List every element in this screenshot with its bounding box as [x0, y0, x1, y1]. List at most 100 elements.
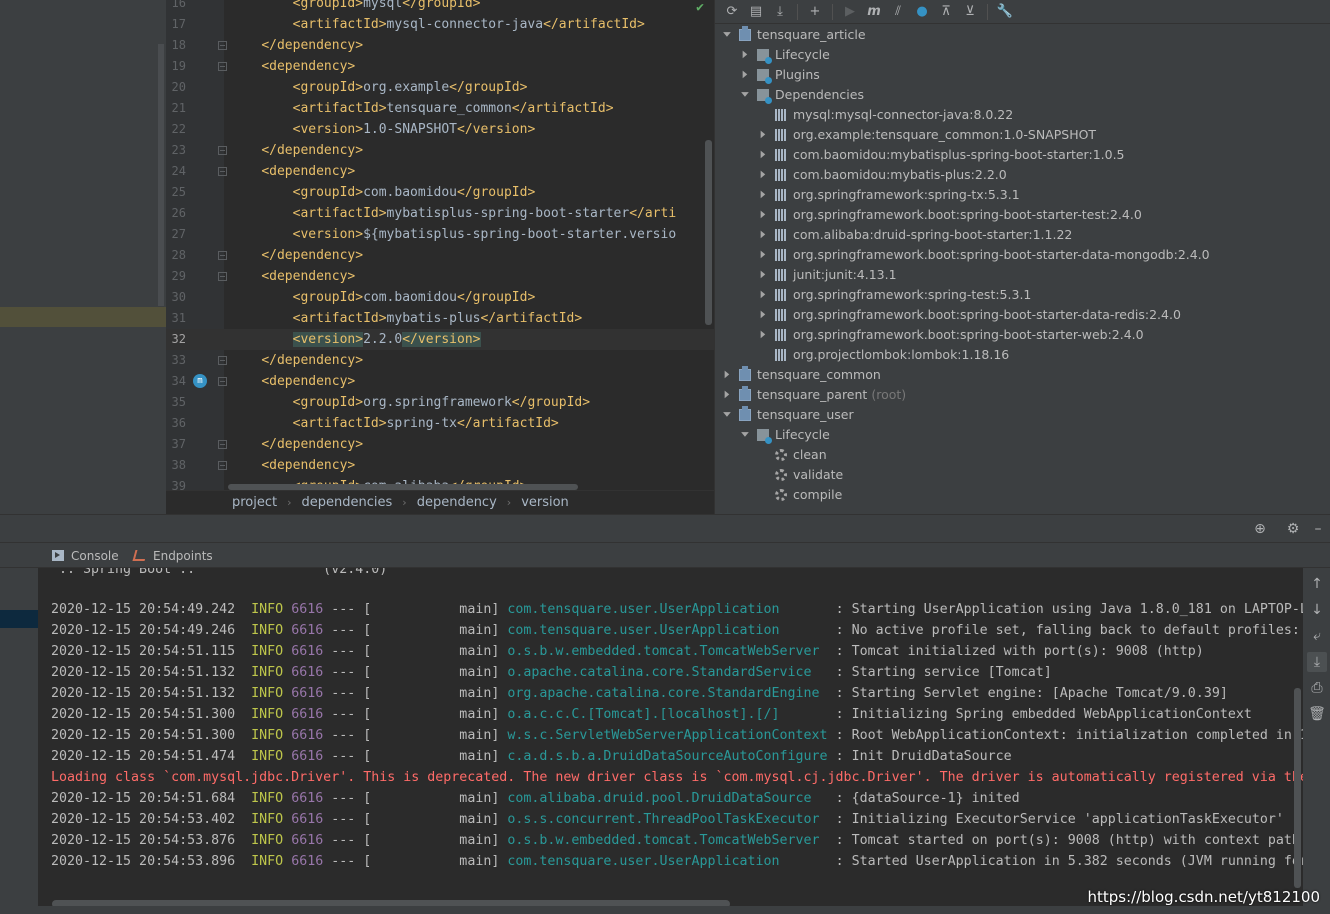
- maven-tree-item[interactable]: ▶ junit:junit:4.13.1: [757, 265, 897, 285]
- breadcrumb-item[interactable]: dependency: [417, 495, 497, 510]
- fold-marker-icon[interactable]: [218, 41, 227, 50]
- fold-marker-icon[interactable]: [218, 251, 227, 260]
- chevron-right-icon[interactable]: ▶: [759, 185, 766, 205]
- maven-tree-item[interactable]: ▶ tensquare_common: [721, 365, 881, 385]
- maven-tree-item[interactable]: ▶ org.springframework.boot:spring-boot-st…: [757, 305, 1181, 325]
- maven-tree-item[interactable]: ▶ org.springframework.boot:spring-boot-st…: [757, 245, 1210, 265]
- maven-overrides-icon[interactable]: m: [193, 374, 207, 388]
- maven-tree-item[interactable]: ▶ Plugins: [739, 65, 820, 85]
- chevron-right-icon[interactable]: ▶: [759, 265, 766, 285]
- log-logger-link[interactable]: org.apache.catalina.core.StandardEngine: [507, 686, 827, 701]
- run-side-selection[interactable]: [0, 610, 38, 628]
- maven-tree-item[interactable]: ▼ tensquare_article: [721, 25, 866, 45]
- tab-console[interactable]: Console: [52, 543, 119, 568]
- collapse-icon[interactable]: ⊼: [935, 2, 957, 22]
- maven-tree-item[interactable]: ▶validate: [757, 465, 843, 485]
- maven-tree-item[interactable]: ▶compile: [757, 485, 842, 505]
- fold-marker-icon[interactable]: [218, 461, 227, 470]
- console-output[interactable]: :: Spring Boot :: (v2.4.0) 2020-12-15 20…: [38, 568, 1303, 914]
- target-icon[interactable]: ⊕: [1250, 519, 1270, 539]
- soft-wrap-icon[interactable]: ⤶: [1307, 626, 1327, 646]
- maven-goal-icon[interactable]: m: [863, 2, 885, 22]
- log-logger-link[interactable]: com.tensquare.user.UserApplication: [507, 623, 827, 638]
- log-logger-link[interactable]: o.apache.catalina.core.StandardService: [507, 665, 827, 680]
- minimize-icon[interactable]: –: [1308, 519, 1328, 539]
- chevron-right-icon[interactable]: ▶: [723, 365, 730, 385]
- maven-tree-item[interactable]: ▶ com.baomidou:mybatisplus-spring-boot-st…: [757, 145, 1125, 165]
- log-logger-link[interactable]: w.s.c.ServletWebServerApplicationContext: [507, 728, 827, 743]
- chevron-right-icon[interactable]: ▶: [759, 125, 766, 145]
- xml-tag: <version>: [292, 122, 364, 137]
- chevron-right-icon[interactable]: ▶: [759, 145, 766, 165]
- fold-marker-icon[interactable]: [218, 272, 227, 281]
- log-logger-link[interactable]: com.tensquare.user.UserApplication: [507, 854, 827, 869]
- download-icon[interactable]: ⤓: [769, 2, 791, 22]
- log-logger-link[interactable]: o.s.s.concurrent.ThreadPoolTaskExecutor: [507, 812, 827, 827]
- maven-tree-item[interactable]: ▶ org.example:tensquare_common:1.0-SNAPSH…: [757, 125, 1096, 145]
- project-panel-scrollbar[interactable]: [158, 44, 164, 306]
- log-logger-link[interactable]: c.a.d.s.b.a.DruidDataSourceAutoConfigure: [507, 749, 827, 764]
- log-logger-link[interactable]: com.alibaba.druid.pool.DruidDataSource: [507, 791, 827, 806]
- fold-marker-icon[interactable]: [218, 167, 227, 176]
- gear-icon[interactable]: ⚙: [1283, 519, 1303, 539]
- chevron-down-icon[interactable]: ▼: [739, 429, 751, 441]
- chevron-down-icon[interactable]: ▼: [721, 29, 733, 41]
- maven-tree-item[interactable]: ▶ Lifecycle: [739, 45, 830, 65]
- chevron-right-icon[interactable]: ▶: [741, 45, 748, 65]
- scroll-up-icon[interactable]: ↑: [1307, 574, 1327, 594]
- expand-icon[interactable]: ⊻: [959, 2, 981, 22]
- tab-endpoints[interactable]: Endpoints: [132, 543, 213, 568]
- scroll-to-end-icon[interactable]: ⤓: [1307, 652, 1327, 672]
- maven-tree-item[interactable]: ▼ Dependencies: [739, 85, 864, 105]
- log-logger-link[interactable]: o.s.b.w.embedded.tomcat.TomcatWebServer: [507, 833, 827, 848]
- chevron-right-icon[interactable]: ▶: [759, 165, 766, 185]
- add-icon[interactable]: +: [804, 2, 826, 22]
- fold-marker-icon[interactable]: [218, 440, 227, 449]
- maven-tree-item[interactable]: ▶org.projectlombok:lombok:1.18.16: [757, 345, 1009, 365]
- maven-tree-item[interactable]: ▶clean: [757, 445, 827, 465]
- reload-icon[interactable]: ⟳: [721, 2, 743, 22]
- chevron-right-icon[interactable]: ▶: [759, 325, 766, 345]
- log-logger-link[interactable]: o.s.b.w.embedded.tomcat.TomcatWebServer: [507, 644, 827, 659]
- no-problems-check-icon[interactable]: ✔: [696, 0, 704, 15]
- settings-wrench-icon[interactable]: 🔧: [994, 2, 1016, 22]
- fold-marker-icon[interactable]: [218, 146, 227, 155]
- log-logger-link[interactable]: o.a.c.c.C.[Tomcat].[localhost].[/]: [507, 707, 827, 722]
- maven-tree-item[interactable]: ▶ com.alibaba:druid-spring-boot-starter:1…: [757, 225, 1073, 245]
- pom-editor[interactable]: 16 <groupId>mysql</groupId> 17 <artifactI…: [166, 0, 714, 490]
- show-deps-icon[interactable]: ●: [911, 2, 933, 22]
- clear-trash-icon[interactable]: 🗑: [1307, 704, 1327, 724]
- chevron-right-icon[interactable]: ▶: [723, 385, 730, 405]
- maven-tree-item[interactable]: ▶mysql:mysql-connector-java:8.0.22: [757, 105, 1013, 125]
- maven-tree-item[interactable]: ▶ tensquare_parent (root): [721, 385, 906, 405]
- fold-marker-icon[interactable]: [218, 62, 227, 71]
- skip-tests-icon[interactable]: ⫽: [887, 2, 909, 22]
- maven-tree-item[interactable]: ▶ com.baomidou:mybatis-plus:2.2.0: [757, 165, 1007, 185]
- fold-marker-icon[interactable]: [218, 377, 227, 386]
- log-logger-link[interactable]: com.tensquare.user.UserApplication: [507, 602, 827, 617]
- chevron-down-icon[interactable]: ▼: [739, 89, 751, 101]
- maven-tree-item[interactable]: ▶ org.springframework.boot:spring-boot-st…: [757, 325, 1144, 345]
- chevron-right-icon[interactable]: ▶: [741, 65, 748, 85]
- chevron-right-icon[interactable]: ▶: [759, 245, 766, 265]
- console-vertical-scrollbar[interactable]: [1294, 688, 1301, 888]
- run-icon[interactable]: ▶: [839, 2, 861, 22]
- fold-marker-icon[interactable]: [218, 356, 227, 365]
- reimport-folder-icon[interactable]: ▤: [745, 2, 767, 22]
- chevron-right-icon[interactable]: ▶: [759, 285, 766, 305]
- maven-tree-item[interactable]: ▶ org.springframework:spring-tx:5.3.1: [757, 185, 1020, 205]
- breadcrumb-item[interactable]: dependencies: [302, 495, 393, 510]
- maven-tree-item[interactable]: ▶ org.springframework:spring-test:5.3.1: [757, 285, 1032, 305]
- editor-vertical-scrollbar[interactable]: [705, 140, 712, 325]
- print-icon[interactable]: ⎙: [1307, 678, 1327, 698]
- chevron-right-icon[interactable]: ▶: [759, 225, 766, 245]
- chevron-right-icon[interactable]: ▶: [759, 305, 766, 325]
- breadcrumb-item[interactable]: project: [232, 495, 277, 510]
- maven-tree-item[interactable]: ▶ org.springframework.boot:spring-boot-st…: [757, 205, 1142, 225]
- chevron-down-icon[interactable]: ▼: [721, 409, 733, 421]
- chevron-right-icon[interactable]: ▶: [759, 205, 766, 225]
- maven-tree-item[interactable]: ▼ Lifecycle: [739, 425, 830, 445]
- scroll-down-icon[interactable]: ↓: [1307, 600, 1327, 620]
- maven-tree-item[interactable]: ▼ tensquare_user: [721, 405, 854, 425]
- breadcrumb-item[interactable]: version: [521, 495, 569, 510]
